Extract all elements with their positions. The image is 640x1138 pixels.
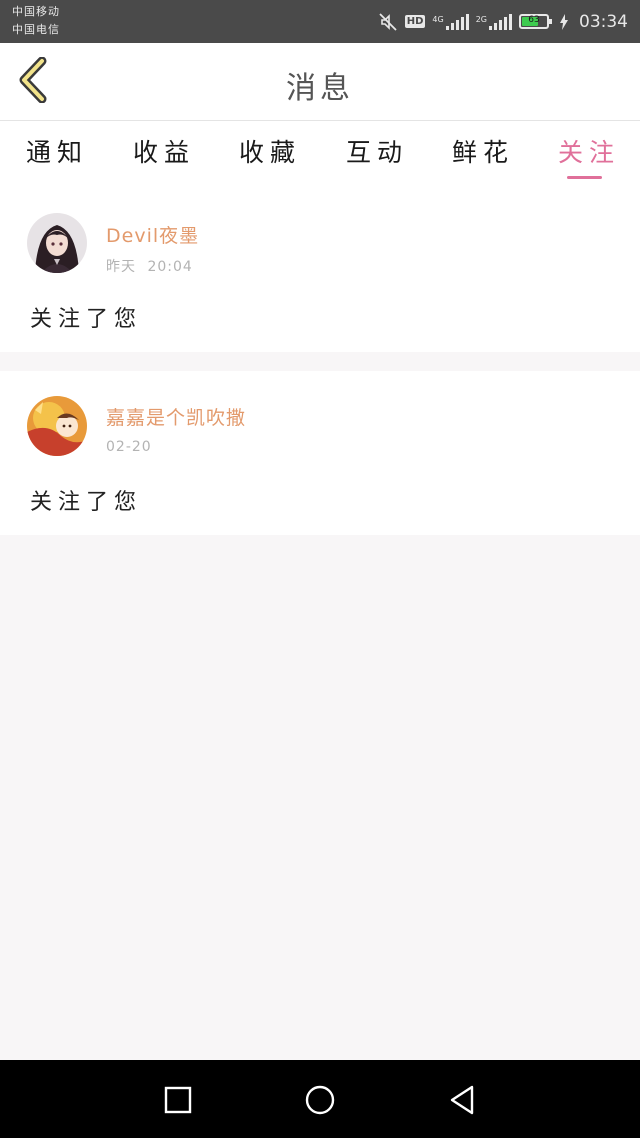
tab-bar: 通知 收益 收藏 互动 鲜花 关注 <box>0 121 640 189</box>
home-icon <box>305 1085 335 1115</box>
nav-back-button[interactable] <box>442 1080 482 1120</box>
app-header: 消息 <box>0 43 640 121</box>
system-nav-bar <box>0 1060 640 1138</box>
carrier-1: 中国移动 <box>12 5 60 18</box>
tab-favorites[interactable]: 收藏 <box>230 133 310 169</box>
time-day: 昨天 <box>106 259 136 275</box>
message-time: 02-20 <box>106 439 152 455</box>
avatar[interactable] <box>27 213 87 273</box>
tab-follows[interactable]: 关注 <box>549 133 629 169</box>
charging-icon <box>560 13 568 30</box>
signal-2-icon: 2G <box>475 13 512 30</box>
status-bar: 中国移动 中国电信 HD 4G 2G 63 03:34 <box>0 0 640 43</box>
message-text: 关注了您 <box>30 490 143 515</box>
tab-earnings[interactable]: 收益 <box>124 133 204 169</box>
net-2-label: 2G <box>475 14 487 24</box>
recent-apps-button[interactable] <box>158 1080 198 1120</box>
message-card[interactable]: 嘉嘉是个凯吹撒 02-20 关注了您 <box>0 371 640 535</box>
time-clock: 20:04 <box>147 259 193 275</box>
clock: 03:34 <box>579 11 628 32</box>
recent-apps-icon <box>164 1086 192 1114</box>
tab-notifications[interactable]: 通知 <box>17 133 97 169</box>
carrier-2: 中国电信 <box>12 23 60 36</box>
status-icons: HD 4G 2G 63 03:34 <box>378 0 628 43</box>
net-1-label: 4G <box>432 14 444 24</box>
message-card[interactable]: Devil夜墨 昨天 20:04 关注了您 <box>0 189 640 352</box>
message-time: 昨天 20:04 <box>106 256 193 276</box>
carrier-info: 中国移动 中国电信 <box>12 3 60 39</box>
avatar-image <box>27 396 87 456</box>
tab-interactions[interactable]: 互动 <box>337 133 417 169</box>
page-title: 消息 <box>286 71 354 106</box>
avatar-image <box>27 213 87 273</box>
back-icon <box>450 1085 474 1115</box>
battery-icon: 63 <box>519 14 552 29</box>
home-button[interactable] <box>300 1080 340 1120</box>
username[interactable]: Devil夜墨 <box>106 221 199 248</box>
username[interactable]: 嘉嘉是个凯吹撒 <box>106 403 246 430</box>
avatar[interactable] <box>27 396 87 456</box>
message-text: 关注了您 <box>30 307 143 332</box>
tab-flowers[interactable]: 鲜花 <box>443 133 523 169</box>
hd-badge: HD <box>404 15 426 28</box>
tab-indicator <box>567 176 602 179</box>
battery-level: 63 <box>528 15 540 25</box>
signal-icon: 4G <box>432 13 469 30</box>
mute-icon <box>379 12 397 31</box>
